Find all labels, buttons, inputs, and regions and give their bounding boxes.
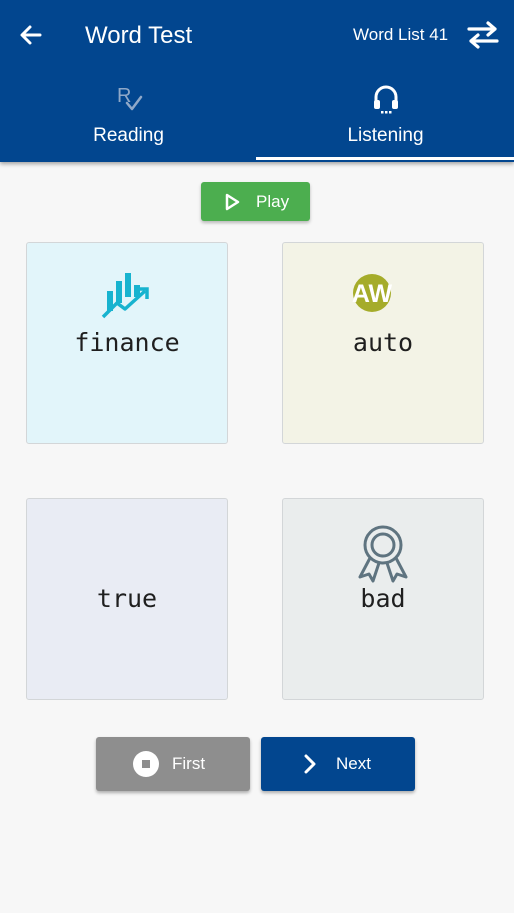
- arrow-left-icon: [20, 25, 42, 45]
- play-button[interactable]: Play: [201, 182, 310, 221]
- svg-text:R: R: [117, 85, 131, 107]
- tab-reading-label: Reading: [93, 125, 164, 146]
- word-card-finance[interactable]: finance: [26, 242, 228, 444]
- word-label: bad: [360, 584, 406, 613]
- tab-listening[interactable]: Listening: [257, 78, 514, 162]
- swap-button[interactable]: [466, 20, 500, 50]
- swap-arrows-icon: [467, 21, 499, 49]
- next-label: Next: [336, 754, 371, 773]
- tab-reading[interactable]: R Reading: [0, 78, 257, 162]
- stop-icon: [133, 751, 159, 777]
- first-label: First: [172, 754, 206, 773]
- finance-chart-icon: [101, 273, 149, 319]
- reading-icon: R: [117, 85, 142, 111]
- award-ribbon-icon: [358, 525, 408, 583]
- play-icon: [225, 193, 240, 211]
- page-title: Word Test: [85, 22, 193, 49]
- tab-listening-label: Listening: [347, 125, 424, 146]
- aw-badge-icon: AW: [352, 274, 393, 312]
- headphones-icon: [373, 85, 398, 114]
- word-label: finance: [74, 328, 180, 357]
- next-button[interactable]: Next: [261, 737, 415, 791]
- word-card-bad[interactable]: bad: [282, 498, 484, 700]
- aw-badge-text: AW: [352, 280, 393, 308]
- back-button[interactable]: [16, 20, 46, 50]
- word-card-auto[interactable]: AW auto: [282, 242, 484, 444]
- chevron-right-icon: [304, 754, 316, 774]
- word-label: auto: [352, 328, 414, 357]
- selected-tab-indicator: [256, 157, 514, 160]
- first-button[interactable]: First: [96, 737, 250, 791]
- app-bar: Word Test Word List 41 R Reading Listeni…: [0, 0, 514, 162]
- word-card-true[interactable]: true: [26, 498, 228, 700]
- word-label: true: [96, 584, 158, 613]
- play-label: Play: [256, 192, 290, 211]
- word-list-label[interactable]: Word List 41: [353, 24, 448, 46]
